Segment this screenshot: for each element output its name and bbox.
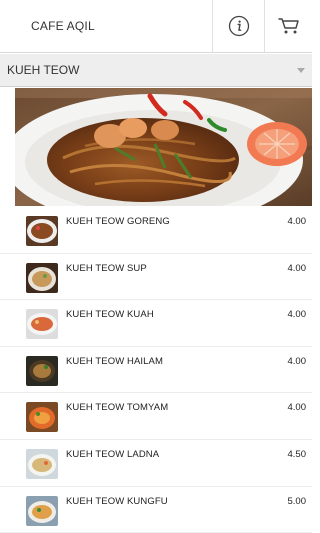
item-price: 4.00	[287, 402, 307, 414]
category-dropdown[interactable]: KUEH TEOW	[0, 54, 312, 87]
list-item[interactable]: KUEH TEOW TOMYAM 4.00	[0, 393, 312, 440]
food-thumbnail	[26, 355, 58, 386]
food-thumbnail	[26, 448, 58, 479]
food-thumbnail	[26, 309, 58, 340]
item-name: KUEH TEOW HAILAM	[66, 355, 163, 367]
menu-list: KUEH TEOW GORENG 4.00 KUEH TEOW SUP 4.00…	[0, 207, 312, 533]
item-name: KUEH TEOW SUP	[66, 262, 147, 274]
item-name: KUEH TEOW KUAH	[66, 309, 154, 321]
app-header: CAFE AQIL	[0, 0, 312, 53]
list-item[interactable]: KUEH TEOW GORENG 4.00	[0, 207, 312, 254]
shop-title: CAFE AQIL	[31, 19, 95, 33]
item-price: 4.00	[287, 309, 307, 321]
food-thumbnail	[26, 495, 58, 526]
food-thumbnail	[26, 216, 58, 246]
list-item[interactable]: KUEH TEOW SUP 4.00	[0, 254, 312, 301]
cart-button[interactable]	[264, 0, 312, 53]
list-item[interactable]: KUEH TEOW LADNA 4.50	[0, 440, 312, 487]
item-name: KUEH TEOW KUNGFU	[66, 495, 168, 507]
item-name: KUEH TEOW GORENG	[66, 216, 170, 227]
list-item[interactable]: KUEH TEOW KUAH 4.00	[0, 300, 312, 347]
food-thumbnail	[26, 402, 58, 433]
item-name: KUEH TEOW LADNA	[66, 448, 160, 460]
item-name: KUEH TEOW TOMYAM	[66, 402, 169, 414]
cart-icon	[277, 18, 299, 34]
list-item[interactable]: KUEH TEOW HAILAM 4.00	[0, 347, 312, 394]
item-price: 4.00	[287, 262, 307, 274]
list-item[interactable]: KUEH TEOW KUNGFU 5.00	[0, 487, 312, 533]
category-selected: KUEH TEOW	[7, 63, 80, 77]
info-button[interactable]	[212, 0, 264, 53]
category-hero-image	[15, 88, 312, 206]
food-thumbnail	[26, 262, 58, 293]
caret-down-icon	[290, 67, 312, 73]
info-circle-icon	[228, 15, 249, 37]
item-price: 4.50	[287, 448, 307, 460]
item-price: 4.00	[287, 216, 307, 227]
item-price: 5.00	[287, 495, 307, 507]
kueh-teow-dish-photo	[15, 88, 312, 206]
item-price: 4.00	[287, 355, 307, 367]
